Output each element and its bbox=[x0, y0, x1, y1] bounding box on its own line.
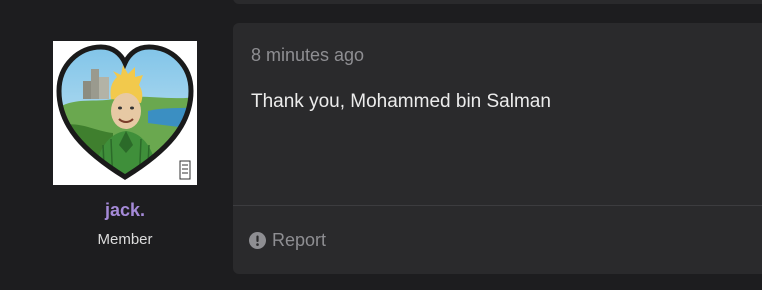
report-button[interactable]: Report bbox=[249, 230, 326, 251]
post-author: jack. Member bbox=[40, 41, 210, 248]
avatar[interactable] bbox=[53, 41, 197, 185]
report-label: Report bbox=[272, 230, 327, 250]
post-timestamp[interactable]: 8 minutes ago bbox=[251, 45, 364, 66]
post-content: Thank you, Mohammed bin Salman bbox=[251, 91, 551, 112]
username-link[interactable]: jack. bbox=[40, 200, 210, 221]
exclamation-circle-icon bbox=[249, 232, 266, 249]
avatar-illustration bbox=[53, 41, 197, 185]
comment-thread: jack. Member 8 minutes ago Thank you, Mo… bbox=[0, 0, 762, 290]
previous-post-card bbox=[233, 0, 762, 4]
post-card: 8 minutes ago Thank you, Mohammed bin Sa… bbox=[233, 23, 762, 274]
user-role: Member bbox=[97, 231, 153, 248]
post-footer-divider bbox=[233, 205, 762, 206]
